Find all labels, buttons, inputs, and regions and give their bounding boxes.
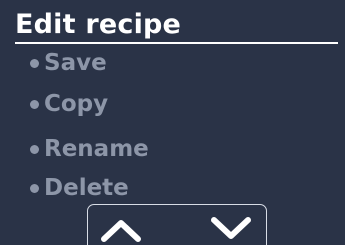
bullet-icon bbox=[30, 144, 39, 154]
recipe-edit-screen: Edit recipe Save Copy Rename Delete bbox=[0, 0, 345, 245]
menu-item-label: Copy bbox=[44, 91, 109, 117]
bullet-icon bbox=[30, 183, 39, 193]
menu-item-copy[interactable]: Copy bbox=[30, 88, 108, 120]
bullet-icon bbox=[30, 58, 39, 68]
menu-item-save[interactable]: Save bbox=[30, 47, 107, 79]
bullet-icon bbox=[30, 99, 39, 109]
menu-item-label: Delete bbox=[44, 175, 129, 201]
chevron-down-icon bbox=[211, 217, 251, 239]
chevron-up-icon bbox=[101, 220, 141, 242]
menu-item-rename[interactable]: Rename bbox=[30, 133, 149, 165]
menu-item-delete[interactable]: Delete bbox=[30, 172, 129, 204]
menu-item-label: Save bbox=[44, 50, 107, 76]
navigation-controls bbox=[87, 204, 267, 245]
scroll-up-button[interactable] bbox=[98, 212, 144, 245]
menu-item-label: Rename bbox=[44, 136, 149, 162]
scroll-down-button[interactable] bbox=[208, 212, 254, 245]
